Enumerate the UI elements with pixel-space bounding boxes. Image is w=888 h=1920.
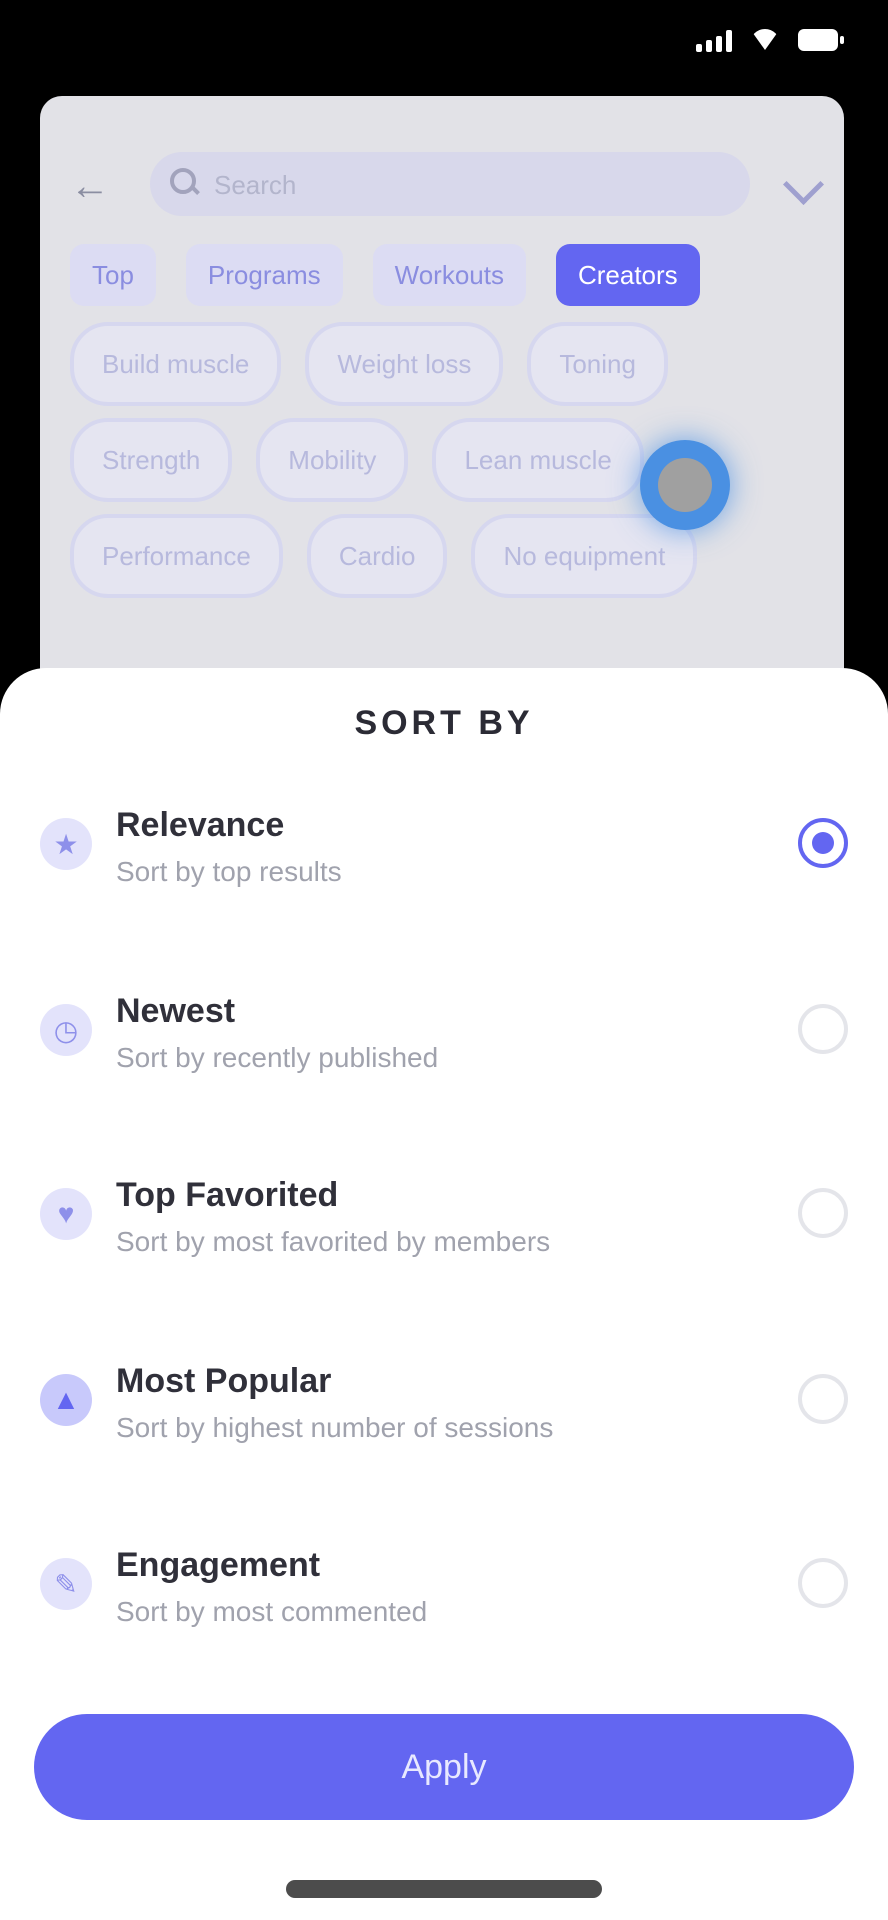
touch-indicator: [640, 440, 730, 530]
search-input[interactable]: Search: [150, 152, 750, 216]
tab-workouts[interactable]: Workouts: [372, 244, 526, 306]
filter-chip[interactable]: Cardio: [306, 514, 448, 598]
chevron-down-icon[interactable]: [782, 163, 825, 206]
option-title: Relevance: [116, 806, 285, 844]
option-subtitle: Sort by most favorited by members: [116, 1226, 551, 1257]
option-title: Engagement: [116, 1546, 321, 1584]
search-icon: [168, 166, 200, 198]
option-subtitle: Sort by most commented: [116, 1596, 428, 1627]
status-icons: [696, 28, 844, 52]
sort-option-newest[interactable]: ◷ Newest Sort by recently published: [0, 984, 888, 1104]
wifi-icon: [750, 29, 780, 51]
tab-creators[interactable]: Creators: [555, 244, 700, 306]
battery-icon: [798, 29, 844, 51]
radio-selected[interactable]: [798, 818, 848, 868]
filter-chip[interactable]: Strength: [70, 418, 233, 502]
filter-chip[interactable]: Weight loss: [305, 322, 504, 406]
filter-chip[interactable]: Mobility: [256, 418, 409, 502]
filter-chip[interactable]: Performance: [70, 514, 283, 598]
option-subtitle: Sort by highest number of sessions: [116, 1412, 554, 1443]
radio-unselected[interactable]: [798, 1374, 848, 1424]
option-subtitle: Sort by top results: [116, 856, 342, 887]
filter-chip[interactable]: Lean muscle: [432, 418, 644, 502]
option-title: Top Favorited: [116, 1176, 339, 1214]
filter-chip[interactable]: Build muscle: [70, 322, 282, 406]
tab-top[interactable]: Top: [70, 244, 156, 306]
sort-option-most-popular[interactable]: ▲ Most Popular Sort by highest number of…: [0, 1354, 888, 1474]
fire-icon: ▲: [40, 1374, 92, 1426]
option-title: Newest: [116, 992, 236, 1030]
sort-option-top-favorited[interactable]: ♥ Top Favorited Sort by most favorited b…: [0, 1168, 888, 1288]
radio-unselected[interactable]: [798, 1188, 848, 1238]
signal-icon: [696, 28, 732, 52]
sort-option-relevance[interactable]: ★ Relevance Sort by top results: [0, 798, 888, 918]
radio-unselected[interactable]: [798, 1004, 848, 1054]
heart-icon: ♥: [40, 1188, 92, 1240]
filter-chip[interactable]: Toning: [527, 322, 668, 406]
chip-row: Build muscle Weight loss Toning: [70, 322, 668, 406]
star-icon: ★: [40, 818, 92, 870]
chip-row: Performance Cardio No equipment: [70, 514, 698, 598]
filter-chip[interactable]: No equipment: [471, 514, 698, 598]
home-indicator: [286, 1880, 602, 1898]
option-title: Most Popular: [116, 1362, 332, 1400]
clock-icon: ◷: [40, 1004, 92, 1056]
status-bar: [0, 0, 888, 86]
sort-option-engagement[interactable]: ✎ Engagement Sort by most commented: [0, 1538, 888, 1658]
tab-programs[interactable]: Programs: [185, 244, 343, 306]
option-subtitle: Sort by recently published: [116, 1042, 439, 1073]
category-tabs: Top Programs Workouts Creators: [70, 244, 700, 306]
sheet-title: SORT BY: [354, 704, 534, 742]
radio-unselected[interactable]: [798, 1558, 848, 1608]
search-placeholder: Search: [214, 170, 297, 200]
apply-button[interactable]: Apply: [34, 1714, 854, 1820]
back-arrow-icon[interactable]: ←: [70, 166, 110, 206]
comment-icon: ✎: [40, 1558, 92, 1610]
chip-row: Strength Mobility Lean muscle: [70, 418, 644, 502]
